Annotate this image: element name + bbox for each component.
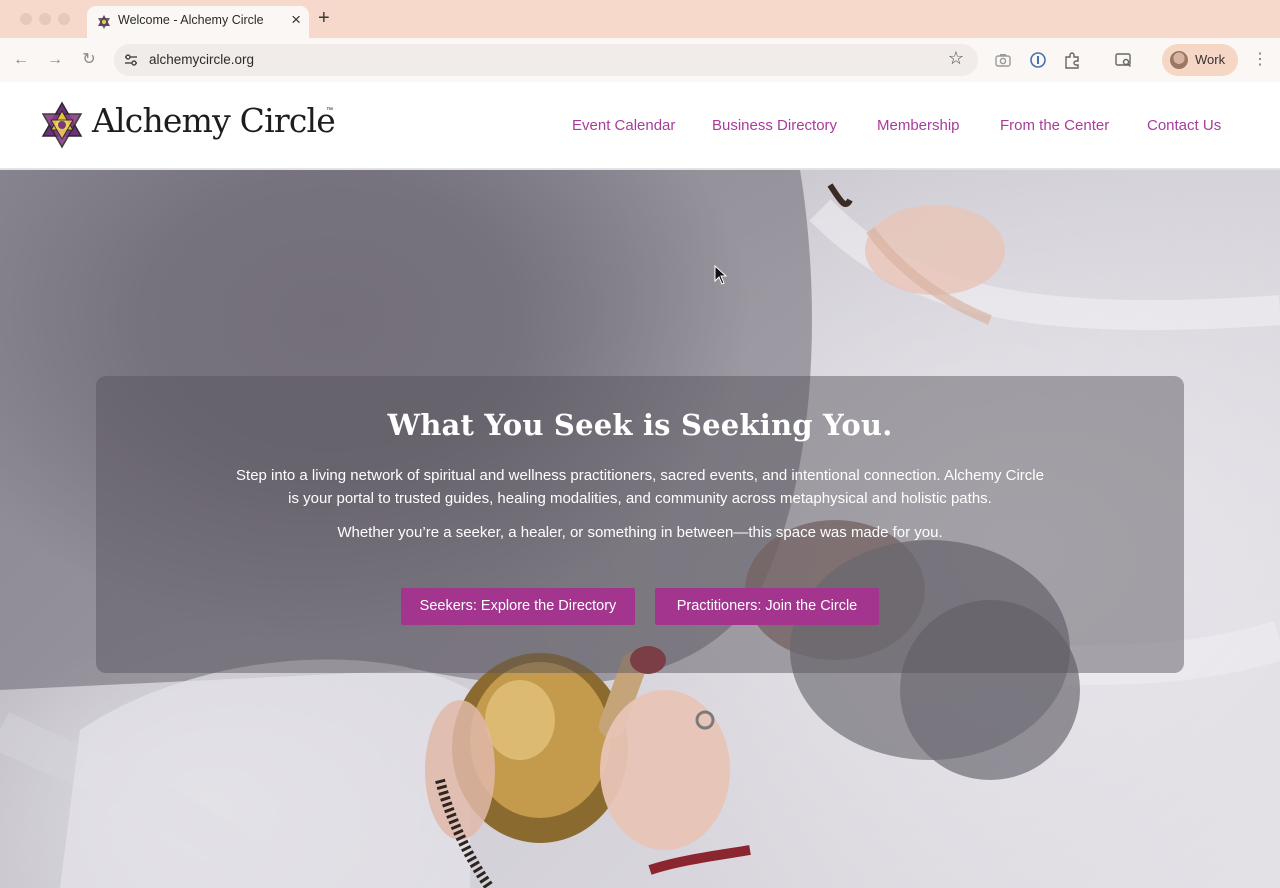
- practitioners-join-circle-button[interactable]: Practitioners: Join the Circle: [655, 588, 879, 625]
- site-settings-icon[interactable]: [123, 52, 139, 68]
- back-icon[interactable]: ←: [11, 50, 31, 70]
- url-text: alchemycircle.org: [149, 52, 255, 67]
- side-panel-icon[interactable]: [1113, 50, 1133, 70]
- nav-contact-us[interactable]: Contact Us: [1147, 117, 1221, 134]
- extensions-icon[interactable]: [1062, 50, 1082, 70]
- tab-title: Welcome - Alchemy Circle: [118, 13, 264, 27]
- logo-icon[interactable]: [40, 101, 84, 149]
- reload-icon[interactable]: ↻: [79, 50, 99, 70]
- camera-icon[interactable]: [993, 50, 1013, 70]
- logo-text[interactable]: Alchemy Circle: [92, 101, 336, 140]
- window-maximize-button[interactable]: [58, 13, 70, 25]
- avatar: [1170, 51, 1188, 69]
- browser-tab-bar: Welcome - Alchemy Circle × +: [0, 0, 1280, 38]
- tab-close-icon[interactable]: ×: [291, 10, 301, 30]
- forward-icon[interactable]: →: [45, 50, 65, 70]
- profile-label: Work: [1195, 52, 1226, 67]
- nav-from-the-center[interactable]: From the Center: [1000, 117, 1109, 134]
- browser-tab[interactable]: Welcome - Alchemy Circle ×: [87, 6, 309, 38]
- address-bar[interactable]: alchemycircle.org ☆: [114, 44, 978, 76]
- site-favicon-icon: [98, 15, 110, 29]
- hero-intro-paragraph: Step into a living network of spiritual …: [236, 467, 1044, 507]
- window-close-button[interactable]: [20, 13, 32, 25]
- menu-icon[interactable]: ⋮: [1252, 50, 1268, 70]
- site-header: Alchemy Circle ™ Event Calendar Business…: [0, 82, 1280, 169]
- password-manager-icon[interactable]: [1028, 50, 1048, 70]
- hero-secondary-paragraph: Whether you’re a seeker, a healer, or so…: [337, 524, 943, 541]
- bookmark-star-icon[interactable]: ☆: [948, 48, 964, 69]
- browser-toolbar: ← → ↻ alchemycircle.org ☆ Work ⋮: [0, 38, 1280, 82]
- hero-overlay-card: What You Seek is Seeking You. Step into …: [96, 376, 1184, 673]
- new-tab-icon[interactable]: +: [318, 8, 330, 28]
- trademark-mark: ™: [326, 107, 333, 114]
- seekers-explore-directory-button[interactable]: Seekers: Explore the Directory: [401, 588, 635, 625]
- hero-headline: What You Seek is Seeking You.: [387, 408, 893, 442]
- mouse-pointer-icon: [714, 265, 728, 285]
- nav-business-directory[interactable]: Business Directory: [712, 117, 837, 134]
- hero-section: What You Seek is Seeking You. Step into …: [0, 170, 1280, 888]
- profile-button[interactable]: Work: [1162, 44, 1238, 76]
- nav-membership[interactable]: Membership: [877, 117, 960, 134]
- window-minimize-button[interactable]: [39, 13, 51, 25]
- nav-event-calendar[interactable]: Event Calendar: [572, 117, 675, 134]
